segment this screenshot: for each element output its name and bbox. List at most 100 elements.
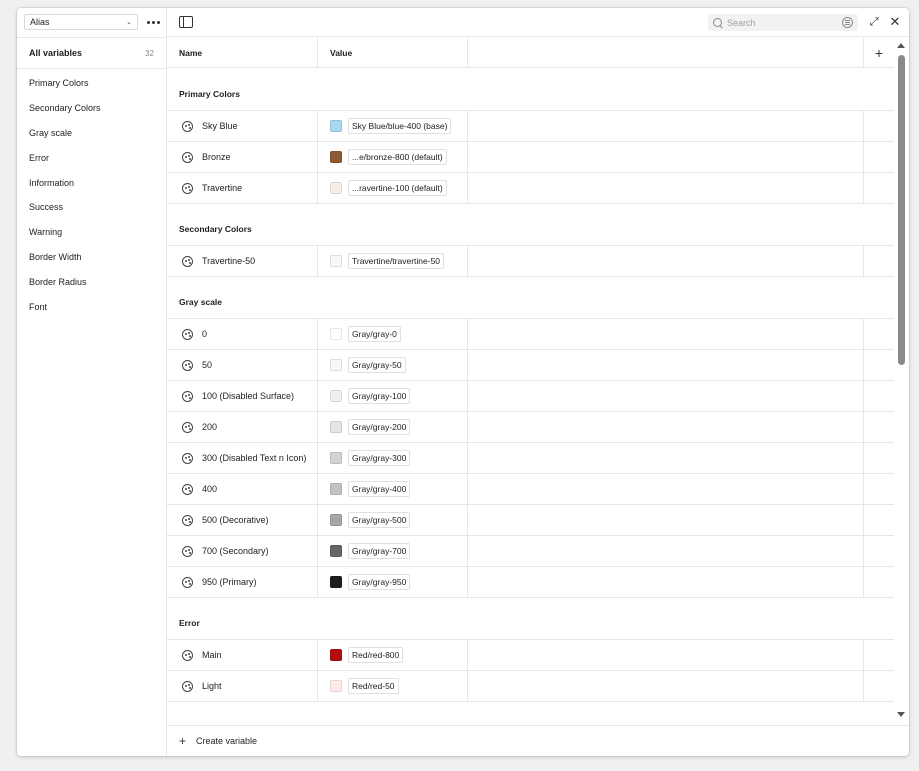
variable-name-cell[interactable]: 0 <box>167 319 318 349</box>
variable-value-cell[interactable]: Gray/gray-100 <box>318 381 468 411</box>
variable-name-cell[interactable]: 50 <box>167 350 318 380</box>
collection-dropdown[interactable]: Alias ⌄ <box>24 14 138 30</box>
color-swatch[interactable] <box>330 483 342 495</box>
sidebar-group-item[interactable]: Border Radius <box>17 269 166 294</box>
variable-value-cell[interactable]: Gray/gray-700 <box>318 536 468 566</box>
alias-pill[interactable]: Gray/gray-0 <box>348 326 401 342</box>
variable-name-cell[interactable]: Light <box>167 671 318 701</box>
variable-name-cell[interactable]: Travertine-50 <box>167 246 318 276</box>
close-icon[interactable]: ✕ <box>888 15 902 29</box>
variable-value-cell[interactable]: Gray/gray-300 <box>318 443 468 473</box>
variable-name-cell[interactable]: 200 <box>167 412 318 442</box>
variable-name-cell[interactable]: 100 (Disabled Surface) <box>167 381 318 411</box>
variable-row[interactable]: 300 (Disabled Text n Icon) Gray/gray-300 <box>167 443 894 474</box>
variable-value-cell[interactable]: Red/red-50 <box>318 671 468 701</box>
alias-pill[interactable]: Gray/gray-100 <box>348 388 411 404</box>
variable-row[interactable]: Main Red/red-800 <box>167 640 894 671</box>
color-swatch[interactable] <box>330 452 342 464</box>
variable-name-cell[interactable]: 700 (Secondary) <box>167 536 318 566</box>
color-swatch[interactable] <box>330 120 342 132</box>
variable-row[interactable]: 950 (Primary) Gray/gray-950 <box>167 567 894 598</box>
sidebar-group-item[interactable]: Information <box>17 170 166 195</box>
variable-row[interactable]: 200 Gray/gray-200 <box>167 412 894 443</box>
color-swatch[interactable] <box>330 255 342 267</box>
variable-row[interactable]: Sky Blue Sky Blue/blue-400 (base) <box>167 111 894 142</box>
search-input[interactable] <box>727 17 842 28</box>
color-swatch[interactable] <box>330 182 342 194</box>
filter-icon[interactable] <box>842 17 853 28</box>
variable-value-cell[interactable]: Gray/gray-50 <box>318 350 468 380</box>
variable-row[interactable]: 500 (Decorative) Gray/gray-500 <box>167 505 894 536</box>
variable-value-cell[interactable]: ...ravertine-100 (default) <box>318 173 468 203</box>
column-header-name[interactable]: Name <box>167 38 318 68</box>
color-swatch[interactable] <box>330 576 342 588</box>
sidebar-group-item[interactable]: Success <box>17 195 166 220</box>
variable-name-cell[interactable]: Travertine <box>167 173 318 203</box>
color-swatch[interactable] <box>330 514 342 526</box>
color-swatch[interactable] <box>330 328 342 340</box>
sidebar-item-all-variables[interactable]: All variables 32 <box>17 38 166 68</box>
scrollbar[interactable] <box>895 38 909 726</box>
alias-pill[interactable]: Gray/gray-400 <box>348 481 411 497</box>
variable-row[interactable]: 700 (Secondary) Gray/gray-700 <box>167 536 894 567</box>
create-variable-button[interactable]: + Create variable <box>167 725 909 756</box>
variable-row[interactable]: Light Red/red-50 <box>167 671 894 702</box>
sidebar-group-item[interactable]: Font <box>17 294 166 319</box>
variable-name-cell[interactable]: 400 <box>167 474 318 504</box>
variable-row[interactable]: Travertine-50 Travertine/travertine-50 <box>167 246 894 277</box>
variable-name-cell[interactable]: Sky Blue <box>167 111 318 141</box>
variable-value-cell[interactable]: Red/red-800 <box>318 640 468 670</box>
alias-pill[interactable]: Gray/gray-50 <box>348 357 406 373</box>
variable-row[interactable]: 400 Gray/gray-400 <box>167 474 894 505</box>
alias-pill[interactable]: Red/red-800 <box>348 647 404 663</box>
color-swatch[interactable] <box>330 680 342 692</box>
variable-value-cell[interactable]: ...e/bronze-800 (default) <box>318 142 468 172</box>
alias-pill[interactable]: Gray/gray-700 <box>348 543 411 559</box>
alias-pill[interactable]: Gray/gray-950 <box>348 574 411 590</box>
sidebar-group-item[interactable]: Error <box>17 145 166 170</box>
color-swatch[interactable] <box>330 151 342 163</box>
color-swatch[interactable] <box>330 649 342 661</box>
column-header-value[interactable]: Value <box>318 38 468 68</box>
sidebar-group-item[interactable]: Border Width <box>17 245 166 270</box>
variable-row[interactable]: 100 (Disabled Surface) Gray/gray-100 <box>167 381 894 412</box>
variable-value-cell[interactable]: Gray/gray-500 <box>318 505 468 535</box>
color-swatch[interactable] <box>330 545 342 557</box>
color-swatch[interactable] <box>330 421 342 433</box>
add-column-button[interactable]: + <box>863 38 894 68</box>
scroll-up-arrow-icon[interactable] <box>897 43 905 48</box>
variable-name-cell[interactable]: 500 (Decorative) <box>167 505 318 535</box>
alias-pill[interactable]: Gray/gray-500 <box>348 512 411 528</box>
alias-pill[interactable]: ...e/bronze-800 (default) <box>348 149 447 165</box>
color-swatch[interactable] <box>330 390 342 402</box>
variable-name-cell[interactable]: 950 (Primary) <box>167 567 318 597</box>
alias-pill[interactable]: Travertine/travertine-50 <box>348 253 445 269</box>
variable-name-cell[interactable]: Main <box>167 640 318 670</box>
variable-row[interactable]: 50 Gray/gray-50 <box>167 350 894 381</box>
alias-pill[interactable]: Gray/gray-300 <box>348 450 411 466</box>
alias-pill[interactable]: Sky Blue/blue-400 (base) <box>348 118 452 134</box>
variable-row[interactable]: Travertine ...ravertine-100 (default) <box>167 173 894 204</box>
variable-name-cell[interactable]: 300 (Disabled Text n Icon) <box>167 443 318 473</box>
alias-pill[interactable]: Red/red-50 <box>348 678 399 694</box>
variable-row[interactable]: 0 Gray/gray-0 <box>167 319 894 350</box>
color-swatch[interactable] <box>330 359 342 371</box>
more-options-button[interactable] <box>145 14 161 30</box>
variable-value-cell[interactable]: Gray/gray-0 <box>318 319 468 349</box>
variable-row[interactable]: Bronze ...e/bronze-800 (default) <box>167 142 894 173</box>
scroll-thumb[interactable] <box>898 55 905 365</box>
variable-value-cell[interactable]: Gray/gray-950 <box>318 567 468 597</box>
variable-value-cell[interactable]: Gray/gray-400 <box>318 474 468 504</box>
alias-pill[interactable]: Gray/gray-200 <box>348 419 411 435</box>
sidebar-group-item[interactable]: Primary Colors <box>17 71 166 96</box>
sidebar-group-item[interactable]: Gray scale <box>17 121 166 146</box>
variable-value-cell[interactable]: Gray/gray-200 <box>318 412 468 442</box>
sidebar-group-item[interactable]: Secondary Colors <box>17 96 166 121</box>
sidebar-group-item[interactable]: Warning <box>17 220 166 245</box>
alias-pill[interactable]: ...ravertine-100 (default) <box>348 180 447 196</box>
variable-value-cell[interactable]: Travertine/travertine-50 <box>318 246 468 276</box>
expand-icon[interactable]: ⤢ <box>867 15 881 29</box>
scroll-down-arrow-icon[interactable] <box>897 712 905 717</box>
sidebar-toggle-icon[interactable] <box>179 16 193 28</box>
variable-value-cell[interactable]: Sky Blue/blue-400 (base) <box>318 111 468 141</box>
